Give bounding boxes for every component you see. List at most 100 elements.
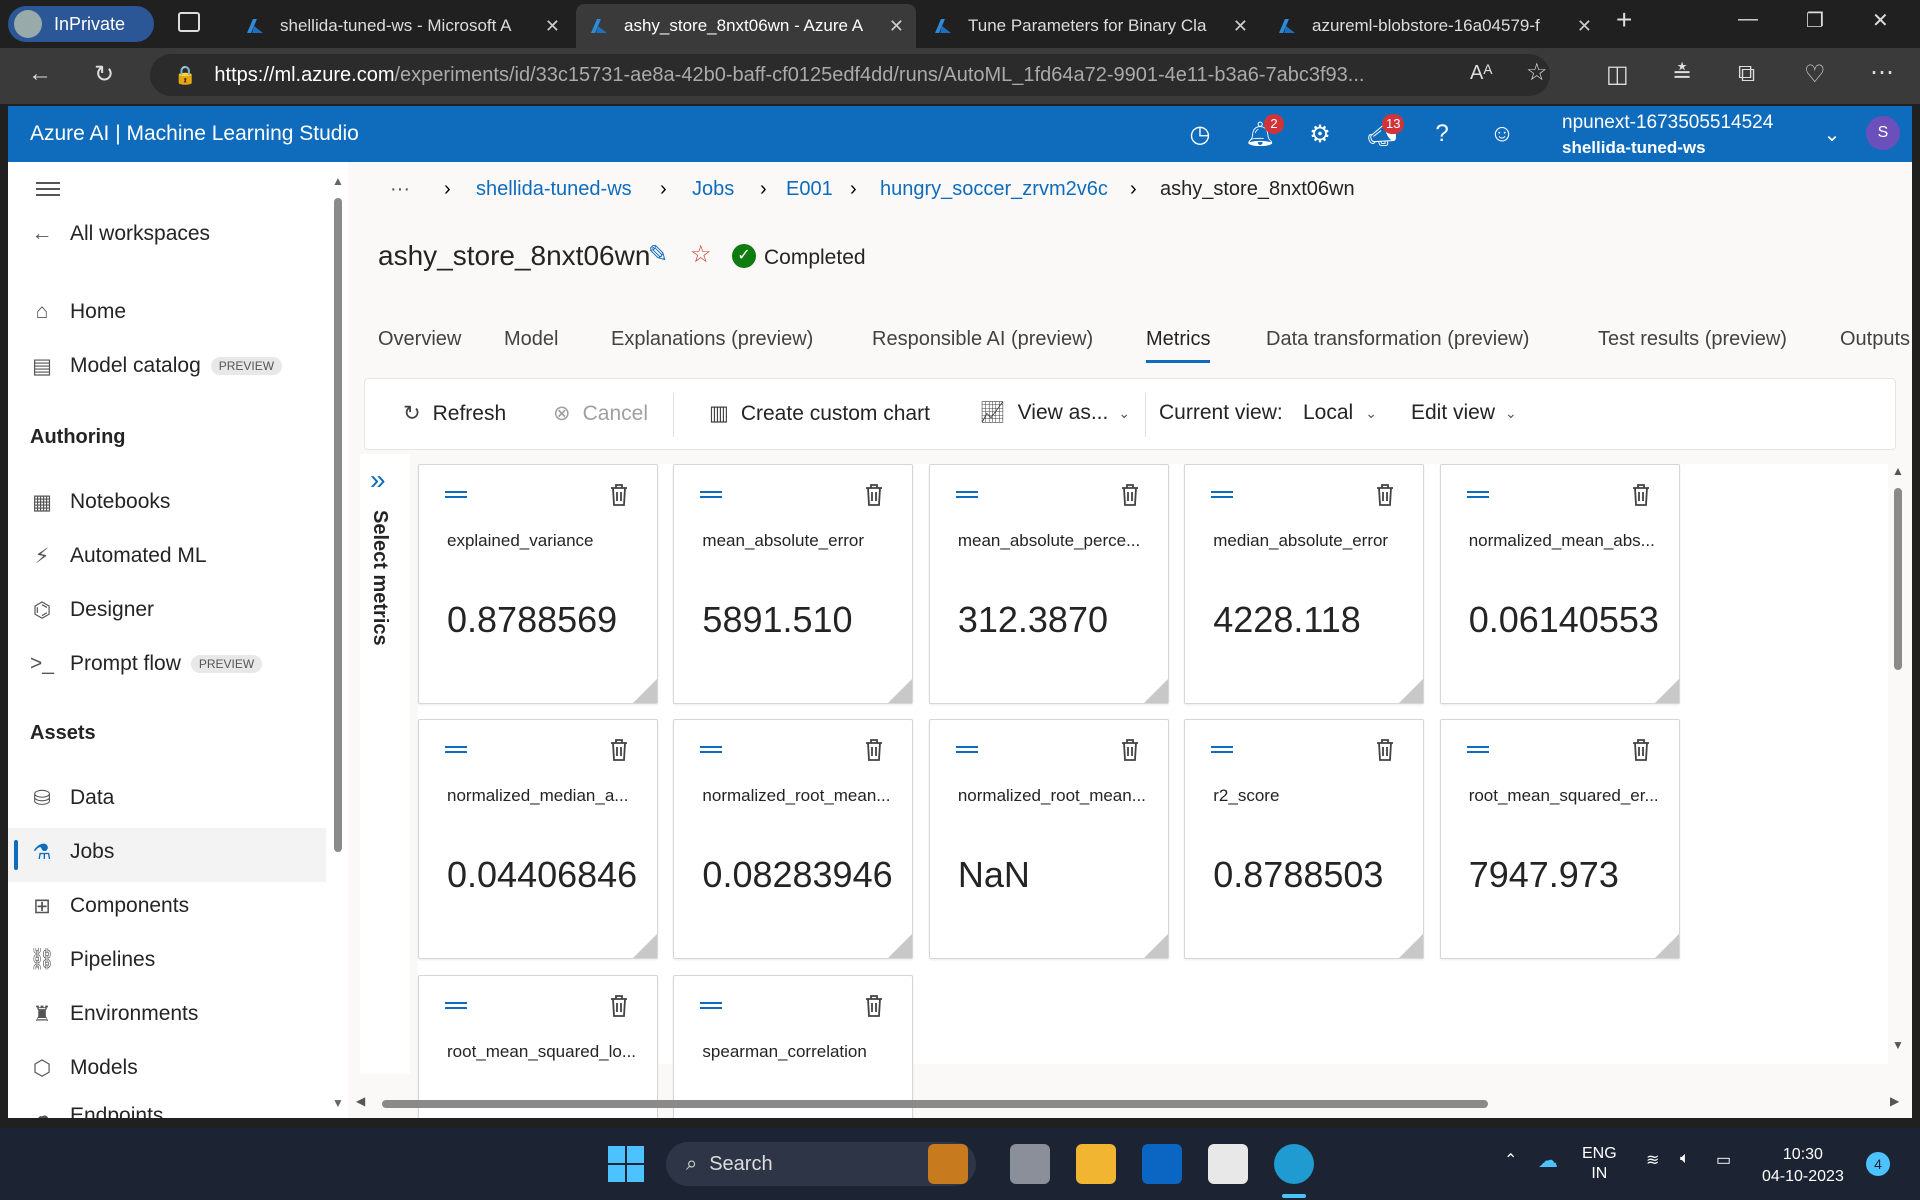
favorite-star-icon[interactable]: ☆ xyxy=(1526,58,1548,87)
edit-view-dropdown[interactable]: Edit view ⌄ xyxy=(1411,401,1517,425)
sidebar-item-data[interactable]: ⛁ Data xyxy=(28,784,114,812)
resize-handle-icon[interactable] xyxy=(888,934,913,959)
metric-card[interactable]: normalized_median_a... 0.04406846 xyxy=(418,719,658,960)
sidebar-item-all-workspaces[interactable]: ← All workspaces xyxy=(28,220,211,248)
collections-icon[interactable]: ⧉ xyxy=(1738,60,1755,88)
history-icon[interactable]: ◷ xyxy=(1184,118,1216,150)
drag-handle-icon[interactable] xyxy=(955,746,978,754)
resize-handle-icon[interactable] xyxy=(888,679,913,703)
drag-handle-icon[interactable] xyxy=(1466,491,1489,498)
sidebar-item-environments[interactable]: ♜ Environments xyxy=(28,1000,199,1028)
back-icon[interactable]: ← xyxy=(28,60,52,88)
drag-handle-icon[interactable] xyxy=(1466,746,1489,754)
browser-tab-2-active[interactable]: ashy_store_8nxt06wn - Azure A ✕ xyxy=(576,4,916,48)
breadcrumb-parent-run[interactable]: hungry_soccer_zrvm2v6c xyxy=(880,178,1108,200)
close-window-icon[interactable]: ✕ xyxy=(1872,8,1889,33)
language-indicator[interactable]: ENG IN xyxy=(1582,1144,1617,1184)
drag-handle-icon[interactable] xyxy=(955,491,978,498)
scroll-down-icon[interactable]: ▼ xyxy=(332,1096,344,1110)
metric-card[interactable]: explained_variance 0.8788569 xyxy=(418,464,658,704)
more-icon[interactable]: ⋯ xyxy=(1870,58,1894,87)
minimize-icon[interactable]: — xyxy=(1738,8,1758,31)
scrollbar-thumb[interactable] xyxy=(1894,488,1902,670)
help-icon[interactable]: ? xyxy=(1426,118,1458,150)
sidebar-item-home[interactable]: ⌂ Home xyxy=(28,298,126,326)
resize-handle-icon[interactable] xyxy=(1399,679,1424,703)
wifi-icon[interactable]: ≋ xyxy=(1646,1150,1659,1170)
briefcase-icon[interactable] xyxy=(928,1144,968,1184)
breadcrumb-workspace[interactable]: shellida-tuned-ws xyxy=(476,178,632,200)
sidebar-item-components[interactable]: ⊞ Components xyxy=(28,892,189,920)
resize-handle-icon[interactable] xyxy=(1399,934,1424,959)
trash-icon[interactable] xyxy=(864,994,884,1023)
drag-handle-icon[interactable] xyxy=(700,1001,723,1009)
new-tab-icon[interactable]: + xyxy=(1616,4,1632,36)
current-view-dropdown[interactable]: Local ⌄ xyxy=(1303,401,1377,425)
sidebar-item-jobs[interactable]: ⚗ Jobs xyxy=(28,838,115,866)
sidebar-item-notebooks[interactable]: ▦ Notebooks xyxy=(28,488,170,516)
health-icon[interactable]: ♡ xyxy=(1804,60,1826,89)
drag-handle-icon[interactable] xyxy=(445,1001,467,1009)
file-explorer-icon[interactable] xyxy=(1076,1144,1116,1184)
resize-handle-icon[interactable] xyxy=(1654,679,1679,703)
trash-icon[interactable] xyxy=(1120,483,1140,512)
sidebar-item-prompt-flow[interactable]: >_ Prompt flow PREVIEW xyxy=(28,650,263,678)
chevron-down-icon[interactable]: ⌄ xyxy=(1816,118,1848,150)
metric-card[interactable]: median_absolute_error 4228.118 xyxy=(1184,464,1425,704)
windows-start-icon[interactable] xyxy=(608,1146,644,1182)
metric-card[interactable]: normalized_mean_abs... 0.06140553 xyxy=(1439,464,1680,704)
edge-browser-icon[interactable] xyxy=(1274,1144,1314,1184)
horizontal-scrollbar[interactable]: ◀ ▶ xyxy=(356,1094,1904,1114)
trash-icon[interactable] xyxy=(1631,483,1651,512)
breadcrumb-experiment[interactable]: E001 xyxy=(786,178,833,200)
scrollbar-thumb[interactable] xyxy=(382,1100,1488,1108)
volume-icon[interactable]: 🔈︎ xyxy=(1680,1150,1690,1168)
trash-icon[interactable] xyxy=(1375,738,1395,767)
split-screen-icon[interactable]: ◫ xyxy=(1606,60,1629,89)
tab-overview[interactable]: Overview xyxy=(378,328,461,351)
scroll-down-icon[interactable]: ▼ xyxy=(1892,1038,1904,1052)
resize-handle-icon[interactable] xyxy=(1143,679,1168,703)
tab-actions-icon[interactable] xyxy=(178,12,200,32)
close-icon[interactable]: ✕ xyxy=(545,16,560,37)
restore-icon[interactable]: ❐ xyxy=(1806,8,1824,33)
create-custom-chart-button[interactable]: ▥ Create custom chart xyxy=(709,401,930,426)
browser-tab-1[interactable]: shellida-tuned-ws - Microsoft A ✕ xyxy=(232,4,572,48)
outlook-icon[interactable] xyxy=(1142,1144,1182,1184)
read-aloud-icon[interactable]: Aᴬ xyxy=(1470,62,1492,85)
trash-icon[interactable] xyxy=(864,738,884,767)
cancel-button[interactable]: ⊗ Cancel xyxy=(553,401,648,426)
sidebar-item-designer[interactable]: ⌬ Designer xyxy=(28,596,154,624)
tab-model[interactable]: Model xyxy=(504,328,558,351)
breadcrumb-jobs[interactable]: Jobs xyxy=(692,178,734,200)
inprivate-profile-button[interactable]: InPrivate xyxy=(8,6,154,42)
drag-handle-icon[interactable] xyxy=(700,491,723,498)
sidebar-item-pipelines[interactable]: ⛓ Pipelines xyxy=(28,946,156,974)
workspace-selector[interactable]: npunext-1673505514524 shellida-tuned-ws xyxy=(1562,112,1773,158)
resize-handle-icon[interactable] xyxy=(1654,934,1679,959)
resize-handle-icon[interactable] xyxy=(633,934,657,959)
sidebar-scrollbar[interactable]: ▲ ▼ xyxy=(330,162,344,1118)
trash-icon[interactable] xyxy=(609,994,629,1023)
trash-icon[interactable] xyxy=(1120,738,1140,767)
favorite-star-icon[interactable]: ☆ xyxy=(690,240,712,269)
tab-data-transformation[interactable]: Data transformation (preview) xyxy=(1266,328,1529,351)
scroll-up-icon[interactable]: ▲ xyxy=(332,174,344,188)
metric-card[interactable]: mean_absolute_perce... 312.3870 xyxy=(928,464,1169,704)
chevron-up-icon[interactable]: ⌃ xyxy=(1504,1150,1517,1170)
trash-icon[interactable] xyxy=(864,483,884,512)
sidebar-item-model-catalog[interactable]: ▤ Model catalog PREVIEW xyxy=(28,352,283,380)
feedback-smiley-icon[interactable]: ☺ xyxy=(1486,118,1518,150)
url-field[interactable]: 🔒 https://ml.azure.com /experiments/id/3… xyxy=(150,54,1550,96)
trash-icon[interactable] xyxy=(1631,738,1651,767)
favorites-icon[interactable]: ≛ xyxy=(1672,60,1692,89)
microsoft-store-icon[interactable] xyxy=(1208,1144,1248,1184)
breadcrumb-overflow[interactable]: ··· xyxy=(390,178,410,201)
tab-explanations[interactable]: Explanations (preview) xyxy=(611,328,813,351)
user-avatar[interactable]: S xyxy=(1866,116,1900,150)
app-brand[interactable]: Azure AI | Machine Learning Studio xyxy=(30,122,359,146)
battery-icon[interactable]: ▭ xyxy=(1716,1150,1731,1170)
metric-card[interactable]: normalized_root_mean... 0.08283946 xyxy=(673,719,914,960)
vertical-scrollbar[interactable]: ▲ ▼ xyxy=(1888,464,1908,1064)
hamburger-menu-icon[interactable] xyxy=(36,182,60,196)
